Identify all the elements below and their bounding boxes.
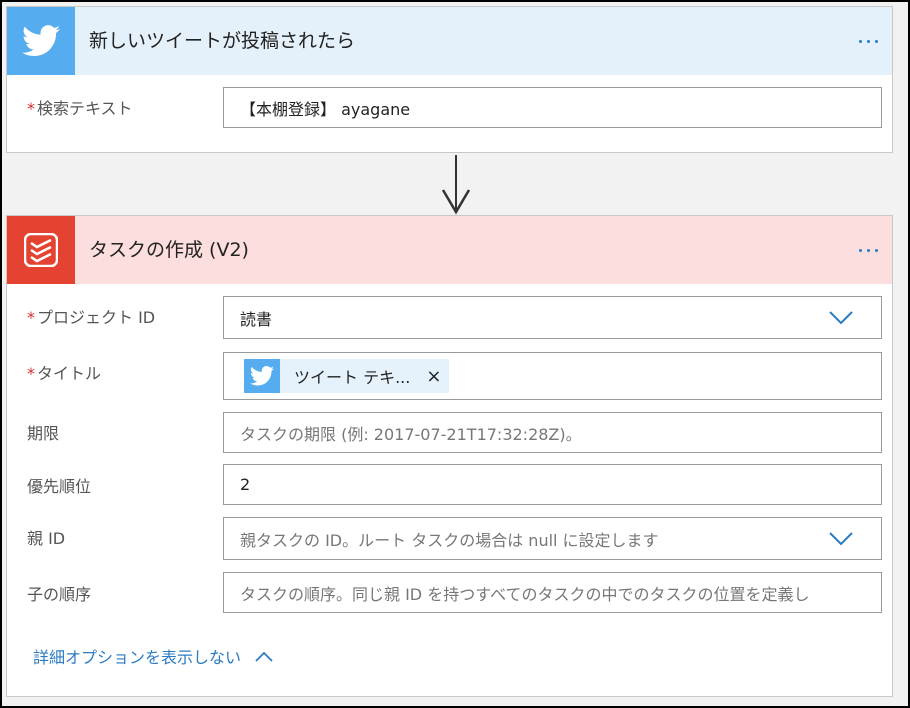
more-options-button[interactable] bbox=[848, 7, 888, 75]
trigger-header[interactable]: 新しいツイートが投稿されたら bbox=[7, 7, 892, 75]
child-order-label: 子の順序 bbox=[27, 585, 92, 604]
action-header[interactable]: タスクの作成 (V2) bbox=[7, 216, 892, 284]
dynamic-content-token[interactable]: ツイート テキ... × bbox=[244, 359, 450, 393]
trigger-title: 新しいツイートが投稿されたら bbox=[89, 30, 356, 52]
twitter-icon bbox=[244, 359, 280, 393]
more-options-button[interactable] bbox=[848, 216, 888, 284]
title-input[interactable]: ツイート テキ... × bbox=[223, 352, 882, 400]
twitter-icon bbox=[7, 7, 75, 75]
trigger-card: 新しいツイートが投稿されたら * 検索テキスト 【本棚登録】 ayagane bbox=[6, 6, 893, 153]
todoist-icon bbox=[7, 216, 75, 284]
chevron-down-icon bbox=[829, 310, 853, 324]
connector-arrow-icon bbox=[441, 189, 471, 215]
parent-id-dropdown[interactable]: 親タスクの ID。ルート タスクの場合は null に設定します bbox=[223, 517, 882, 560]
parent-id-label: 親 ID bbox=[27, 529, 66, 548]
project-id-label: * プロジェクト ID bbox=[27, 308, 156, 327]
chevron-up-icon bbox=[255, 651, 273, 662]
advanced-options-toggle[interactable]: 詳細オプションを表示しない bbox=[33, 644, 273, 668]
token-label: ツイート テキ... bbox=[294, 368, 411, 387]
token-remove-button[interactable]: × bbox=[426, 366, 441, 387]
search-text-label: * 検索テキスト bbox=[27, 99, 133, 118]
child-order-input[interactable]: タスクの順序。同じ親 ID を持つすべてのタスクの中でのタスクの位置を定義し bbox=[223, 572, 882, 613]
action-card: タスクの作成 (V2) * プロジェクト ID 読書 * タイトル ツイート テキ.… bbox=[6, 215, 893, 697]
priority-label: 優先順位 bbox=[27, 477, 92, 496]
project-id-dropdown[interactable]: 読書 bbox=[223, 296, 882, 339]
due-label: 期限 bbox=[27, 424, 60, 443]
search-text-input[interactable]: 【本棚登録】 ayagane bbox=[223, 87, 882, 128]
priority-input[interactable]: 2 bbox=[223, 464, 882, 505]
advanced-options-label: 詳細オプションを表示しない bbox=[33, 648, 242, 667]
action-title: タスクの作成 (V2) bbox=[89, 239, 249, 261]
title-label: * タイトル bbox=[27, 364, 102, 383]
chevron-down-icon bbox=[829, 531, 853, 545]
due-input[interactable]: タスクの期限 (例: 2017-07-21T17:32:28Z)。 bbox=[223, 412, 882, 453]
